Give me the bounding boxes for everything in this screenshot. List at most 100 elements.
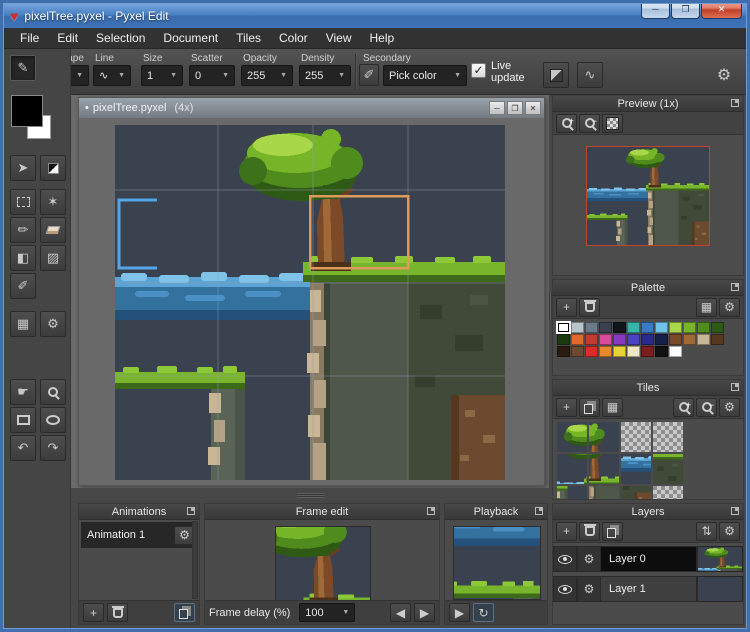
- palette-swatch[interactable]: [669, 346, 682, 357]
- layers-add-button[interactable]: +: [556, 521, 577, 541]
- tiles-zoom-out-button[interactable]: −: [696, 397, 717, 417]
- palette-swatch[interactable]: [613, 322, 626, 333]
- menu-edit[interactable]: Edit: [48, 28, 87, 48]
- scatter-dropdown[interactable]: 0 ▼: [189, 65, 235, 86]
- palette-swatch[interactable]: [697, 322, 710, 333]
- rectangle-tool[interactable]: [10, 407, 36, 433]
- palette-swatch[interactable]: [669, 334, 682, 345]
- palette-swatch[interactable]: [613, 334, 626, 345]
- move-tool[interactable]: ➤: [10, 155, 36, 181]
- tile-thumbnail[interactable]: [589, 454, 619, 484]
- pick-color-dropdown[interactable]: Pick color ▼: [383, 65, 467, 86]
- frame-delay-dropdown[interactable]: 100 ▼: [299, 603, 356, 622]
- preview-zoom-out-button[interactable]: −: [579, 113, 600, 133]
- popout-icon[interactable]: [731, 99, 739, 107]
- tile-thumbnail[interactable]: [621, 454, 651, 484]
- palette-swatch[interactable]: [599, 334, 612, 345]
- tile-thumbnail[interactable]: [557, 422, 587, 452]
- line-dropdown[interactable]: ∿ ▼: [93, 65, 131, 86]
- palette-swatch[interactable]: [641, 334, 654, 345]
- palette-swatch[interactable]: [585, 334, 598, 345]
- size-dropdown[interactable]: 1 ▼: [141, 65, 183, 86]
- stroke-smoothing-button[interactable]: ∿: [577, 62, 603, 88]
- tile-thumbnail[interactable]: [621, 422, 651, 452]
- palette-swatch[interactable]: [613, 346, 626, 357]
- frame-thumbnail[interactable]: [275, 526, 371, 602]
- zoom-tool[interactable]: [40, 379, 66, 405]
- palette-grid-button[interactable]: ▦: [696, 297, 717, 317]
- palette-swatch[interactable]: [641, 322, 654, 333]
- tiles-duplicate-button[interactable]: [579, 397, 600, 417]
- tile-thumbnail[interactable]: [653, 422, 683, 452]
- preview-transparency-button[interactable]: [602, 113, 623, 133]
- previous-frame-button[interactable]: ◀: [390, 603, 411, 622]
- magic-wand-tool[interactable]: ✶: [40, 189, 66, 215]
- secondary-eyedropper-button[interactable]: ✐: [359, 64, 379, 86]
- menu-view[interactable]: View: [317, 28, 361, 48]
- palette-swatch[interactable]: [683, 334, 696, 345]
- layer-row[interactable]: ⚙ Layer 0: [553, 545, 743, 573]
- shading-tool[interactable]: ▨: [40, 245, 66, 271]
- layer-visibility-toggle[interactable]: [553, 576, 577, 602]
- doc-close-button[interactable]: ✕: [525, 101, 541, 115]
- palette-swatch[interactable]: [571, 346, 584, 357]
- palette-swatch[interactable]: [627, 322, 640, 333]
- layer-settings-button[interactable]: ⚙: [577, 576, 601, 602]
- tile-thumbnail[interactable]: [589, 422, 619, 452]
- layer-visibility-toggle[interactable]: [553, 546, 577, 572]
- palette-swatch[interactable]: [585, 322, 598, 333]
- opacity-dropdown[interactable]: 255 ▼: [241, 65, 293, 86]
- fill-tool[interactable]: ◧: [10, 245, 36, 271]
- doc-minimize-button[interactable]: ─: [489, 101, 505, 115]
- tile-thumbnail[interactable]: [557, 454, 587, 484]
- marquee-select-tool[interactable]: [10, 189, 36, 215]
- tile-thumbnail[interactable]: [589, 486, 619, 499]
- palette-settings-button[interactable]: ⚙: [719, 297, 740, 317]
- palette-swatch[interactable]: [697, 334, 710, 345]
- preview-zoom-in-button[interactable]: +: [556, 113, 577, 133]
- next-frame-button[interactable]: ▶: [414, 603, 435, 622]
- palette-swatch[interactable]: [599, 346, 612, 357]
- ellipse-tool[interactable]: [40, 407, 66, 433]
- document-titlebar[interactable]: • pixelTree.pyxel (4x) ─ ❐ ✕: [79, 98, 544, 118]
- palette-swatch[interactable]: [711, 322, 724, 333]
- canvas[interactable]: [115, 125, 505, 480]
- tiles-add-button[interactable]: +: [556, 397, 577, 417]
- popout-icon[interactable]: [187, 507, 195, 515]
- popout-icon[interactable]: [731, 383, 739, 391]
- doc-restore-button[interactable]: ❐: [507, 101, 523, 115]
- palette-swatch[interactable]: [655, 346, 668, 357]
- menu-selection[interactable]: Selection: [87, 28, 154, 48]
- undo-button[interactable]: ↶: [10, 435, 36, 461]
- tile-thumbnail[interactable]: [621, 486, 651, 499]
- animation-delete-button[interactable]: [107, 603, 128, 622]
- palette-swatch[interactable]: [599, 322, 612, 333]
- layers-delete-button[interactable]: [579, 521, 600, 541]
- brush-tool[interactable]: ✎: [10, 55, 36, 81]
- eyedropper-tool[interactable]: ✐: [10, 273, 36, 299]
- redo-button[interactable]: ↷: [40, 435, 66, 461]
- preview-mode-button[interactable]: [543, 62, 569, 88]
- palette-swatch[interactable]: [641, 346, 654, 357]
- pencil-tool[interactable]: ✏: [10, 217, 36, 243]
- tile-thumbnail[interactable]: [557, 486, 587, 499]
- play-button[interactable]: ▶: [449, 603, 470, 622]
- tiles-stamp-button[interactable]: ▦: [602, 397, 623, 417]
- maximize-button[interactable]: ❐: [671, 0, 700, 19]
- menu-file[interactable]: File: [11, 28, 48, 48]
- tile-settings-tool[interactable]: ⚙: [40, 311, 66, 337]
- swap-colors-tool[interactable]: [40, 155, 66, 181]
- close-button[interactable]: ✕: [701, 0, 742, 19]
- layers-duplicate-button[interactable]: [602, 521, 623, 541]
- palette-swatch[interactable]: [557, 322, 570, 333]
- palette-swatch[interactable]: [571, 322, 584, 333]
- menu-color[interactable]: Color: [270, 28, 317, 48]
- palette-swatch[interactable]: [557, 346, 570, 357]
- popout-icon[interactable]: [427, 507, 435, 515]
- palette-swatch[interactable]: [655, 334, 668, 345]
- palette-swatch[interactable]: [585, 346, 598, 357]
- animations-scrollbar[interactable]: [192, 521, 198, 599]
- primary-color-swatch[interactable]: [11, 95, 43, 127]
- menu-tiles[interactable]: Tiles: [227, 28, 270, 48]
- popout-icon[interactable]: [731, 507, 739, 515]
